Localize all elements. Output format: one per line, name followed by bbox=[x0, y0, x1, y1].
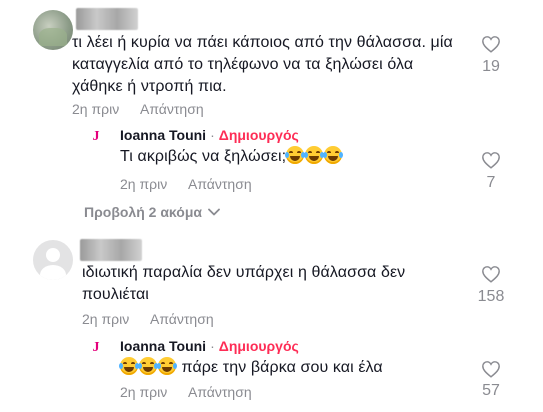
laughing-emoji-icon bbox=[304, 146, 325, 164]
reply-text-content: πάρε την βάρκα σου και έλα bbox=[177, 359, 383, 376]
reply-button[interactable]: Απάντηση bbox=[188, 176, 252, 192]
commenter-name-blurred[interactable] bbox=[80, 239, 142, 261]
reply-author[interactable]: Ioanna Touni bbox=[120, 338, 206, 354]
comment-text-line: πουλιέται bbox=[82, 286, 149, 303]
separator-dot: · bbox=[210, 127, 215, 143]
creator-logo-icon: J bbox=[92, 340, 100, 355]
reply-time: 2η πριν bbox=[120, 384, 168, 400]
default-avatar-icon bbox=[46, 248, 60, 262]
like-heart-icon[interactable] bbox=[481, 151, 501, 169]
comment-time: 2η πριν bbox=[82, 311, 130, 327]
creator-badge: Δημιουργός bbox=[218, 338, 299, 354]
like-count: 7 bbox=[486, 174, 496, 191]
like-heart-icon[interactable] bbox=[481, 265, 501, 283]
creator-avatar[interactable]: J bbox=[86, 338, 106, 358]
reply-button[interactable]: Απάντηση bbox=[140, 101, 204, 117]
separator-dot: · bbox=[210, 338, 215, 354]
comment-text-line: χάθηκε ή ντροπή πια. bbox=[72, 78, 227, 95]
reply-text: πάρε την βάρκα σου και έλα bbox=[119, 357, 383, 379]
reply-button[interactable]: Απάντηση bbox=[150, 311, 214, 327]
comment-text-line: τι λέει ή κυρία να πάει κάποιος από την … bbox=[72, 34, 453, 51]
commenter-avatar[interactable] bbox=[33, 10, 73, 50]
creator-logo-icon: J bbox=[92, 129, 100, 144]
laughing-emoji-icon bbox=[285, 146, 306, 164]
reply-text: Τι ακριβώς να ξηλώσει; bbox=[120, 146, 344, 168]
reply-text-content: Τι ακριβώς να ξηλώσει; bbox=[120, 148, 287, 165]
comment-time: 2η πριν bbox=[72, 101, 120, 117]
comment-text: τι λέει ή κυρία να πάει κάποιος από την … bbox=[72, 32, 472, 98]
laughing-emoji-icon bbox=[138, 357, 158, 375]
reply-author[interactable]: Ioanna Touni bbox=[120, 127, 206, 143]
like-heart-icon[interactable] bbox=[481, 35, 501, 53]
chevron-down-icon bbox=[208, 208, 220, 216]
reply-button[interactable]: Απάντηση bbox=[188, 384, 252, 400]
reply-time: 2η πριν bbox=[120, 176, 168, 192]
view-more-label: Προβολή 2 ακόμα bbox=[84, 204, 202, 220]
creator-badge: Δημιουργός bbox=[218, 127, 299, 143]
commenter-avatar[interactable] bbox=[33, 240, 73, 280]
view-more-replies-button[interactable]: Προβολή 2 ακόμα bbox=[84, 204, 220, 220]
reply-header: Ioanna Touni · Δημιουργός bbox=[120, 338, 299, 354]
comment-text-line: καταγγελία από το τηλέφωνο να τα ξηλώσει… bbox=[72, 56, 414, 73]
commenter-name-blurred[interactable] bbox=[76, 8, 138, 30]
like-count: 158 bbox=[477, 288, 505, 305]
comment-text: ιδιωτική παραλία δεν υπάρχει η θάλασσα δ… bbox=[82, 262, 462, 306]
laughing-emoji-icon bbox=[157, 357, 177, 375]
laughing-emoji-icon bbox=[119, 357, 139, 375]
laughing-emoji-icon bbox=[323, 146, 344, 164]
like-count: 19 bbox=[482, 58, 500, 75]
like-count: 57 bbox=[482, 382, 500, 399]
like-heart-icon[interactable] bbox=[481, 360, 501, 378]
comment-text-line: ιδιωτική παραλία δεν υπάρχει η θάλασσα δ… bbox=[82, 264, 406, 281]
reply-header: Ioanna Touni · Δημιουργός bbox=[120, 127, 299, 143]
creator-avatar[interactable]: J bbox=[86, 127, 106, 147]
